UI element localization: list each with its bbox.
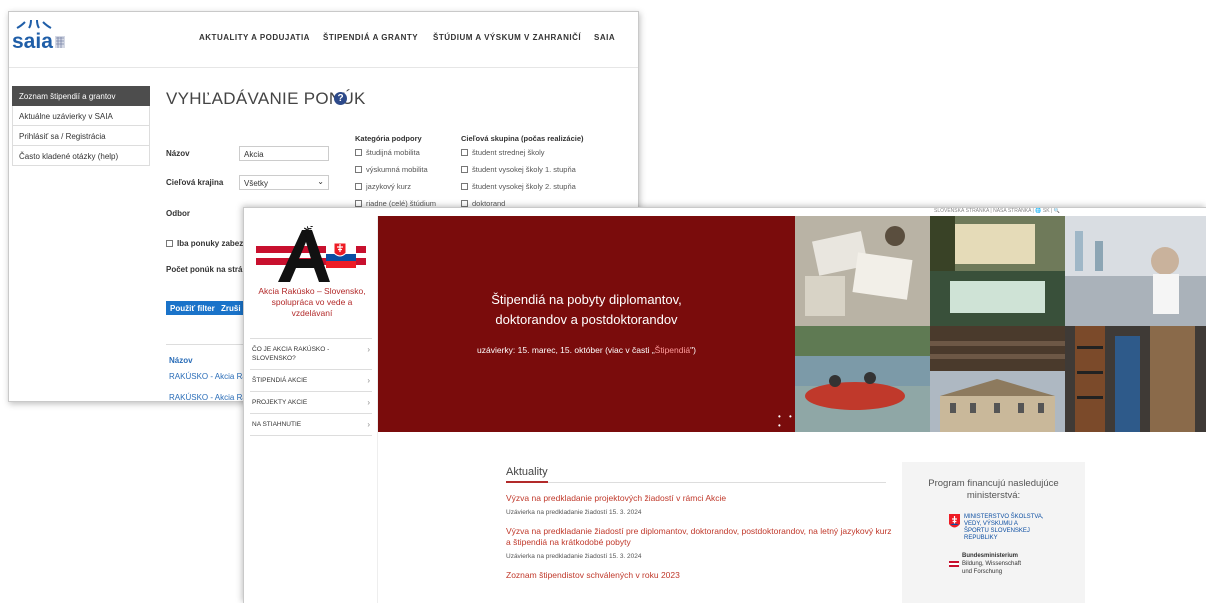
sidebar-item-faq[interactable]: Často kladené otázky (help) xyxy=(12,146,150,166)
photo-reading xyxy=(930,216,1065,271)
saia-main-nav: AKTUALITY A PODUJATIA ŠTIPENDIÁ A GRANTY… xyxy=(9,12,638,68)
hero-deadline: uzávierky: 15. marec, 15. október (viac … xyxy=(477,345,696,355)
news-link[interactable]: Zoznam štipendistov schválených v roku 2… xyxy=(506,570,906,581)
photo-lecture-screen xyxy=(930,271,1065,326)
category-option[interactable]: jazykový kurz xyxy=(355,182,411,191)
nav-saia[interactable]: SAIA xyxy=(594,33,615,42)
name-input[interactable]: Akcia xyxy=(239,146,329,161)
aktion-window: SLOVENSKÁ STRÁNKA | NÁŠA STRÁNKA | 🌐 SK … xyxy=(243,207,1206,603)
category-option[interactable]: výskumná mobilita xyxy=(355,165,428,174)
sidebar-item-deadlines[interactable]: Aktuálne uzávierky v SAIA xyxy=(12,106,150,126)
only-offers-label: Iba ponuky zabez xyxy=(177,239,244,248)
field-label: Odbor xyxy=(166,209,190,218)
news-date: Uzávierka na predkladanie žiadostí 15. 3… xyxy=(506,553,642,560)
hero-text-panel: Štipendiá na pobyty diplomantov, doktora… xyxy=(378,216,795,432)
news-link[interactable]: Výzva na predkladanie žiadostí pre diplo… xyxy=(506,526,896,548)
result-link[interactable]: RAKÚSKO - Akcia Ra xyxy=(169,372,247,381)
photo-desk-papers xyxy=(795,216,930,326)
menu-item-about[interactable]: ČO JE AKCIA RAKÚSKO - SLOVENSKO? › xyxy=(250,338,372,369)
nav-studium[interactable]: ŠTÚDIUM A VÝSKUM V ZAHRANIČÍ xyxy=(433,33,581,42)
nav-aktuality[interactable]: AKTUALITY A PODUJATIA xyxy=(199,33,310,42)
top-utility-bar[interactable]: SLOVENSKÁ STRÁNKA | NÁŠA STRÁNKA | 🌐 SK … xyxy=(934,208,1060,216)
photo-laboratory xyxy=(1065,216,1206,326)
at-ministry-line-2: Bildung, Wissenschaft xyxy=(962,561,1022,567)
photo-auditorium xyxy=(930,326,1065,371)
help-icon[interactable]: ? xyxy=(334,92,347,105)
only-offers-checkbox[interactable]: Iba ponuky zabez xyxy=(166,239,243,248)
category-option[interactable]: študijná mobilita xyxy=(355,148,420,157)
hero-headline: Štipendiá na pobyty diplomantov, doktora… xyxy=(491,292,682,327)
photo-university-building xyxy=(930,371,1065,432)
hero-scholarships-link[interactable]: Štipendiá xyxy=(655,345,690,355)
news-date: Uzávierka na predkladanie žiadostí 15. 3… xyxy=(506,509,642,516)
reset-button[interactable]: Zruši xyxy=(217,301,245,315)
chevron-right-icon: › xyxy=(367,420,370,429)
news-title: Aktuality xyxy=(506,466,886,483)
menu-item-downloads[interactable]: NA STIAHNUTIE › xyxy=(250,413,372,436)
menu-item-scholarships[interactable]: ŠTIPENDIÁ AKCIE › xyxy=(250,369,372,391)
results-header[interactable]: Názov xyxy=(169,356,193,365)
saia-header: saia AKTUALITY A PODUJATIA ŠTIPENDIÁ A G… xyxy=(9,12,638,68)
checkbox-icon xyxy=(166,240,173,247)
target-group-option[interactable]: študent vysokej školy 1. stupňa xyxy=(461,165,576,174)
target-group-heading: Cieľová skupina (počas realizácie) xyxy=(461,134,584,143)
chevron-right-icon: › xyxy=(367,376,370,385)
country-select[interactable]: Všetky ⌄ xyxy=(239,175,329,190)
funding-title: Program financujú nasledujúce ministerst… xyxy=(928,478,1059,501)
saia-sidebar: Zoznam štipendií a grantov Aktuálne uzáv… xyxy=(12,86,150,166)
nav-stipendia[interactable]: ŠTIPENDIÁ A GRANTY xyxy=(323,33,418,42)
category-heading: Kategória podpory xyxy=(355,134,422,143)
aktion-tagline: Akcia Rakúsko – Slovensko, spolupráca vo… xyxy=(258,286,366,318)
filter-button[interactable]: Použiť filter xyxy=(166,301,219,315)
slider-dots[interactable]: • • • xyxy=(778,412,795,430)
news-link[interactable]: Výzva na predkladanie projektových žiado… xyxy=(506,493,906,504)
menu-item-projects[interactable]: PROJEKTY AKCIE › xyxy=(250,391,372,413)
sk-ministry-name: MINISTERSTVO ŠKOLSTVA, VEDY, VÝSKUMU A Š… xyxy=(964,514,1044,541)
target-group-option[interactable]: študent strednej školy xyxy=(461,148,545,157)
at-ministry-line-1: Bundesministerium xyxy=(962,553,1019,559)
photo-library xyxy=(1065,326,1206,432)
name-label: Názov xyxy=(166,149,190,158)
slovak-coat-of-arms-icon xyxy=(949,514,960,530)
photo-rafting xyxy=(795,326,930,432)
at-ministry-line-3: und Forschung xyxy=(962,569,1003,575)
funding-box: Program financujú nasledujúce ministerst… xyxy=(902,462,1085,603)
country-label: Cieľová krajina xyxy=(166,178,224,187)
count-label: Počet ponúk na strá xyxy=(166,265,243,274)
sidebar-item-login[interactable]: Prihlásiť sa / Registrácia xyxy=(12,126,150,146)
sidebar-item-scholarships[interactable]: Zoznam štipendií a grantov xyxy=(12,86,150,106)
aktion-side-menu: ČO JE AKCIA RAKÚSKO - SLOVENSKO? › ŠTIPEN… xyxy=(250,338,372,436)
aktion-left-column: Aktion Akcia Rakúsko – Slovensko, spolup… xyxy=(244,210,378,603)
chevron-down-icon: ⌄ xyxy=(317,177,324,186)
hero-slider[interactable]: Štipendiá na pobyty diplomantov, doktora… xyxy=(378,216,1206,432)
aktion-logo[interactable]: Aktion xyxy=(256,210,366,286)
chevron-right-icon: › xyxy=(367,345,370,354)
chevron-right-icon: › xyxy=(367,398,370,407)
country-select-value: Všetky xyxy=(244,179,269,188)
hero-photo-collage xyxy=(795,216,1206,432)
austrian-flag-icon xyxy=(949,554,959,567)
result-link[interactable]: RAKÚSKO - Akcia Ra xyxy=(169,393,247,401)
target-group-option[interactable]: študent vysokej školy 2. stupňa xyxy=(461,182,576,191)
news-section: Aktuality Výzva na predkladanie projekto… xyxy=(506,466,906,581)
